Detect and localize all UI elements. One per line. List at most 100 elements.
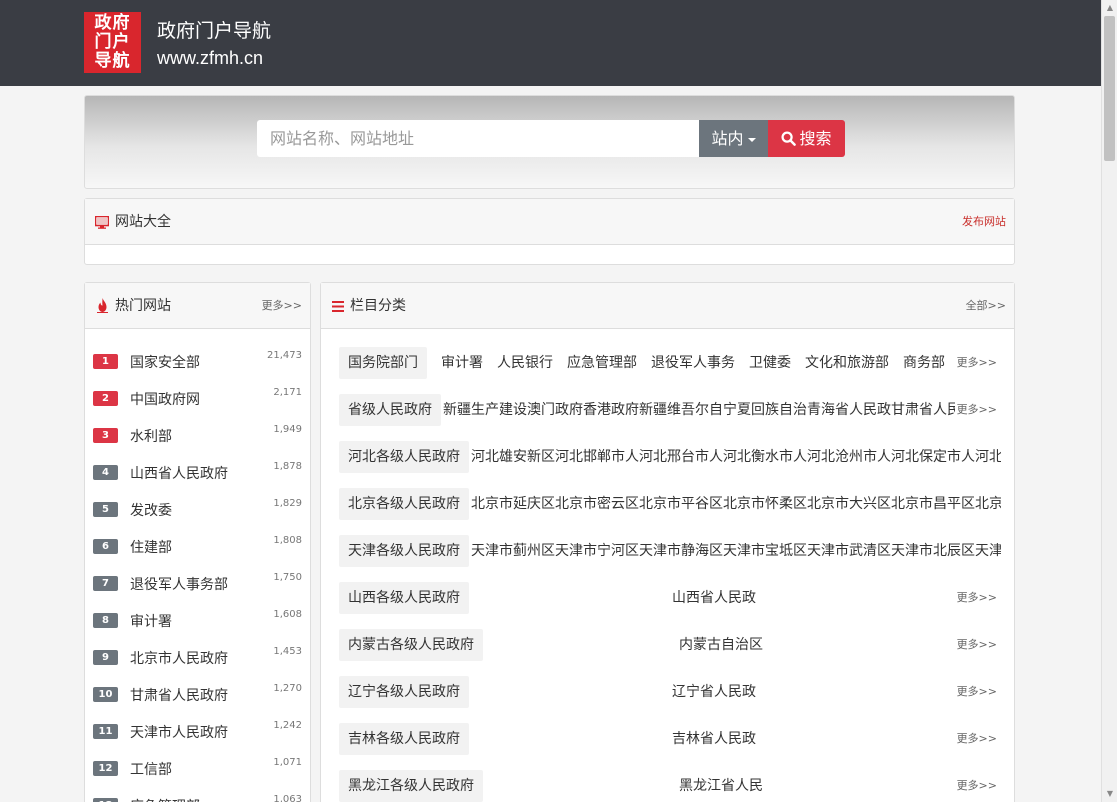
category-label[interactable]: 辽宁各级人民政府 <box>339 676 469 708</box>
category-link[interactable]: 北京市延庆区 <box>471 496 555 512</box>
category-link[interactable]: 卫健委 <box>749 355 791 371</box>
site-url[interactable]: www.zfmh.cn <box>157 48 263 69</box>
category-link[interactable]: 天津 <box>975 543 1001 559</box>
hot-site-name[interactable]: 中国政府网 <box>130 389 200 409</box>
category-link[interactable]: 河北邯郸市人 <box>555 449 639 465</box>
site-logo[interactable]: 政府 门户 导航 <box>84 12 141 73</box>
scroll-up-arrow-icon[interactable]: ▲ <box>1102 0 1117 16</box>
category-more-link[interactable]: 更多>> <box>954 629 997 661</box>
category-link[interactable]: 天津市蓟州区 <box>471 543 555 559</box>
category-link[interactable]: 应急管理部 <box>567 355 637 371</box>
hot-site-name[interactable]: 水利部 <box>130 426 172 446</box>
hot-site-name[interactable]: 山西省人民政府 <box>130 463 228 483</box>
scroll-down-arrow-icon[interactable]: ▼ <box>1102 786 1117 802</box>
category-link[interactable]: 北京 <box>975 496 1001 512</box>
category-link[interactable]: 商务部 <box>903 355 945 371</box>
category-more-link[interactable]: 更多>> <box>954 723 997 755</box>
site-name[interactable]: 政府门户导航 <box>157 16 271 43</box>
category-link[interactable]: 香港政府 <box>583 402 639 418</box>
category-link[interactable]: 宁夏回族自治 <box>723 402 807 418</box>
hot-site-name[interactable]: 北京市人民政府 <box>130 648 228 668</box>
category-link[interactable]: 新疆维吾尔自 <box>639 402 723 418</box>
category-link[interactable]: 黑龙江省人民 <box>679 770 763 802</box>
hot-site-item[interactable]: 2 中国政府网 2,171 <box>85 379 310 416</box>
category-link[interactable]: 天津市宝坻区 <box>723 543 807 559</box>
category-link[interactable]: 吉林省人民政 <box>672 723 756 755</box>
category-label[interactable]: 黑龙江各级人民政府 <box>339 770 483 802</box>
category-link[interactable]: 澳门政府 <box>527 402 583 418</box>
hot-site-item[interactable]: 11 天津市人民政府 1,242 <box>85 712 310 749</box>
category-link[interactable]: 北京市怀柔区 <box>723 496 807 512</box>
directory-panel: 网站大全 发布网站 <box>84 198 1015 265</box>
hot-site-item[interactable]: 3 水利部 1,949 <box>85 416 310 453</box>
category-link[interactable]: 天津市宁河区 <box>555 543 639 559</box>
categories-all-link[interactable]: 全部>> <box>966 283 1006 329</box>
category-label[interactable]: 内蒙古各级人民政府 <box>339 629 483 661</box>
hot-site-item[interactable]: 6 住建部 1,808 <box>85 527 310 564</box>
category-link[interactable]: 山西省人民政 <box>672 582 756 614</box>
rank-badge: 3 <box>93 428 118 443</box>
category-more-link[interactable]: 更多>> <box>954 676 997 708</box>
category-link[interactable]: 新疆生产建设 <box>443 402 527 418</box>
category-link[interactable]: 文化和旅游部 <box>805 355 889 371</box>
category-link[interactable]: 人民银行 <box>497 355 553 371</box>
hot-site-name[interactable]: 住建部 <box>130 537 172 557</box>
hot-site-name[interactable]: 审计署 <box>130 611 172 631</box>
category-link[interactable]: 河北 <box>975 449 1001 465</box>
category-link[interactable]: 河北衡水市人 <box>723 449 807 465</box>
hot-site-item[interactable]: 8 审计署 1,608 <box>85 601 310 638</box>
category-row: 黑龙江各级人民政府 黑龙江省人民 更多>> <box>339 770 1001 802</box>
category-link[interactable]: 北京市平谷区 <box>639 496 723 512</box>
hot-site-item[interactable]: 13 应急管理部 1,063 <box>85 786 310 802</box>
category-link[interactable]: 河北雄安新区 <box>471 449 555 465</box>
hot-site-name[interactable]: 天津市人民政府 <box>130 722 228 742</box>
category-link[interactable]: 内蒙古自治区 <box>679 629 763 661</box>
category-link[interactable]: 河北邢台市人 <box>639 449 723 465</box>
scroll-thumb[interactable] <box>1104 16 1115 161</box>
category-link[interactable]: 北京市大兴区 <box>807 496 891 512</box>
category-link[interactable]: 天津市北辰区 <box>891 543 975 559</box>
search-scope-dropdown[interactable]: 站内 <box>699 120 768 157</box>
hot-site-name[interactable]: 发改委 <box>130 500 172 520</box>
hot-sites-more-link[interactable]: 更多>> <box>262 283 302 329</box>
hot-site-name[interactable]: 工信部 <box>130 759 172 779</box>
hot-site-name[interactable]: 应急管理部 <box>130 796 200 802</box>
category-label[interactable]: 北京各级人民政府 <box>339 488 469 520</box>
category-label[interactable]: 国务院部门 <box>339 347 427 379</box>
category-more-link[interactable]: 更多>> <box>954 582 997 614</box>
category-more-link[interactable]: 更多>> <box>954 347 997 379</box>
hot-site-item[interactable]: 7 退役军人事务部 1,750 <box>85 564 310 601</box>
category-label[interactable]: 河北各级人民政府 <box>339 441 469 473</box>
category-link[interactable]: 北京市昌平区 <box>891 496 975 512</box>
hot-site-count: 1,808 <box>273 535 302 546</box>
hot-site-item[interactable]: 4 山西省人民政府 1,878 <box>85 453 310 490</box>
hot-site-name[interactable]: 退役军人事务部 <box>130 574 228 594</box>
page-scrollbar[interactable]: ▲ ▼ <box>1101 0 1117 802</box>
category-label[interactable]: 省级人民政府 <box>339 394 441 426</box>
hot-site-item[interactable]: 5 发改委 1,829 <box>85 490 310 527</box>
hot-site-item[interactable]: 10 甘肃省人民政府 1,270 <box>85 675 310 712</box>
hot-site-item[interactable]: 1 国家安全部 21,473 <box>85 342 310 379</box>
category-label[interactable]: 天津各级人民政府 <box>339 535 469 567</box>
publish-site-link[interactable]: 发布网站 <box>962 199 1006 245</box>
hot-site-name[interactable]: 国家安全部 <box>130 352 200 372</box>
search-button[interactable]: 搜索 <box>768 120 845 157</box>
category-link[interactable]: 河北沧州市人 <box>807 449 891 465</box>
category-link[interactable]: 河北保定市人 <box>891 449 975 465</box>
category-link[interactable]: 天津市静海区 <box>639 543 723 559</box>
hot-site-name[interactable]: 甘肃省人民政府 <box>130 685 228 705</box>
hot-site-item[interactable]: 9 北京市人民政府 1,453 <box>85 638 310 675</box>
hot-site-item[interactable]: 12 工信部 1,071 <box>85 749 310 786</box>
category-link[interactable]: 北京市密云区 <box>555 496 639 512</box>
category-more-link[interactable]: 更多>> <box>954 394 997 426</box>
category-link[interactable]: 辽宁省人民政 <box>672 676 756 708</box>
category-label[interactable]: 吉林各级人民政府 <box>339 723 469 755</box>
category-link[interactable]: 天津市武清区 <box>807 543 891 559</box>
category-link[interactable]: 青海省人民政 <box>807 402 891 418</box>
category-more-link[interactable]: 更多>> <box>954 770 997 802</box>
category-link[interactable]: 审计署 <box>441 355 483 371</box>
category-link[interactable]: 甘肃省人民政 <box>891 402 955 418</box>
category-link[interactable]: 退役军人事务 <box>651 355 735 371</box>
category-label[interactable]: 山西各级人民政府 <box>339 582 469 614</box>
search-input[interactable] <box>257 120 700 157</box>
